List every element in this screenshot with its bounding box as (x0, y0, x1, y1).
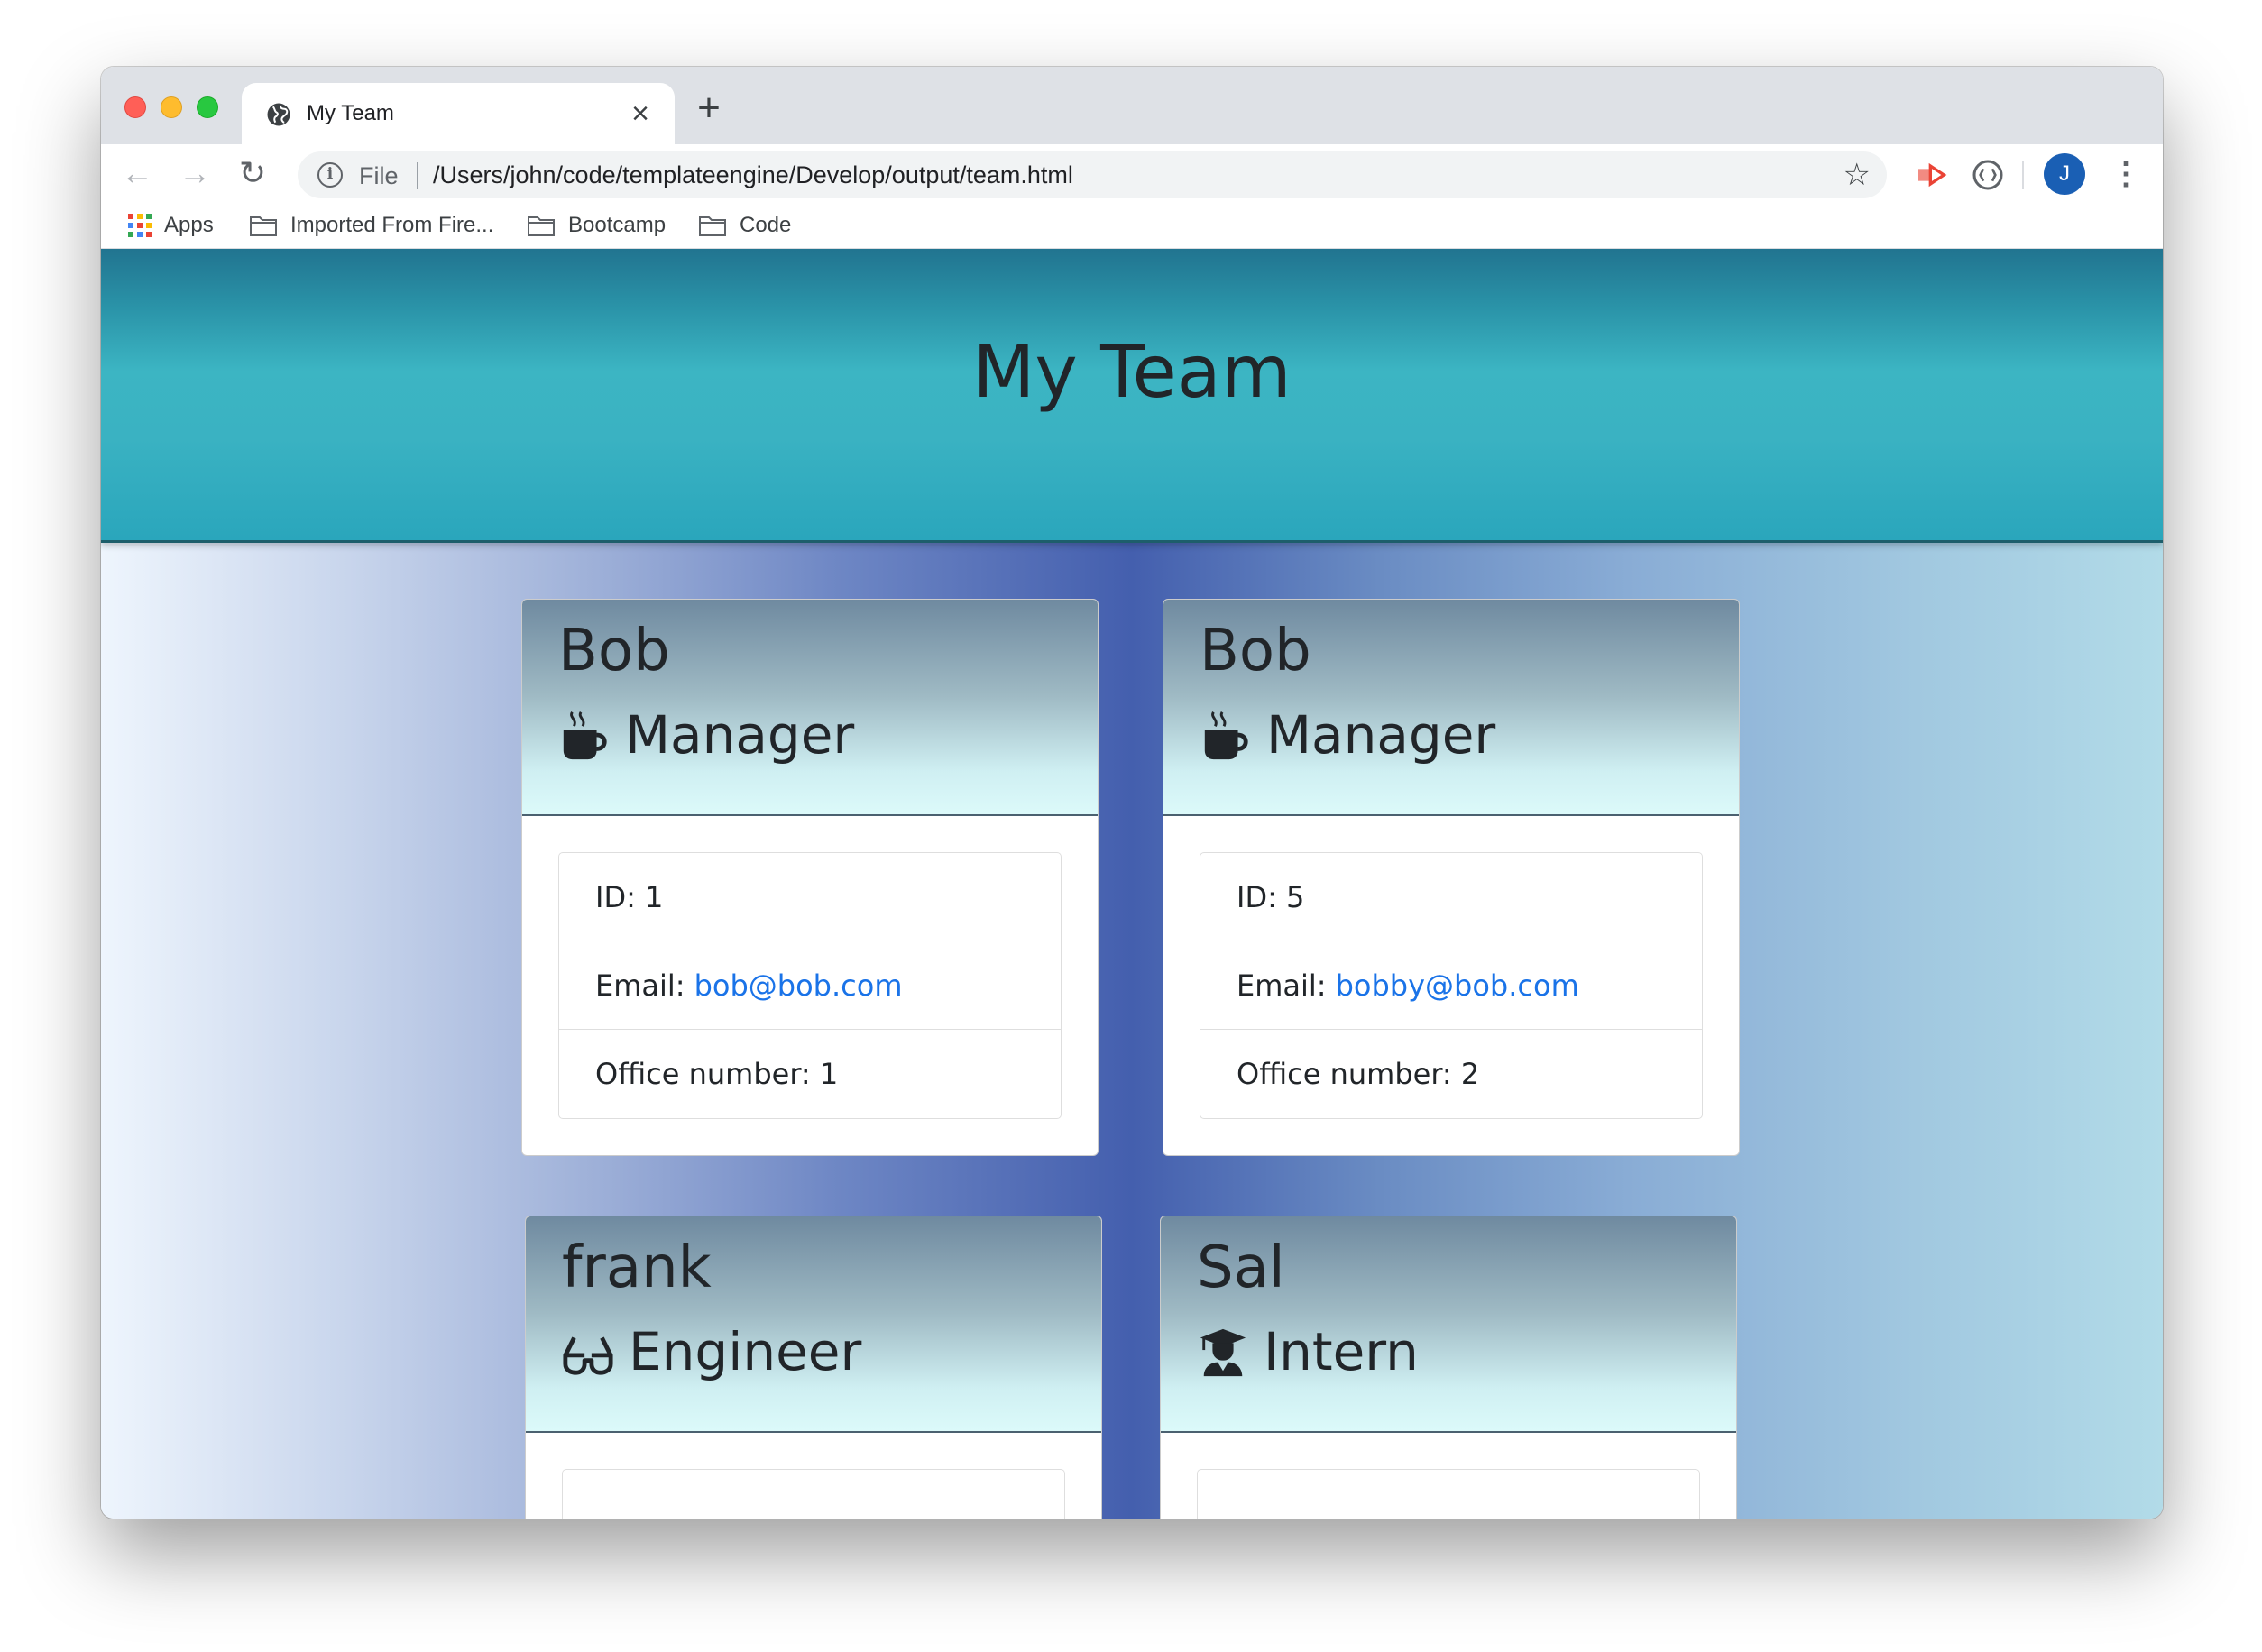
url-separator (417, 162, 418, 189)
extension-arrow-icon[interactable] (1914, 157, 1950, 193)
bookmark-label: Bootcamp (568, 213, 667, 237)
email-link[interactable]: bobby@bob.com (1336, 968, 1579, 1003)
tab-strip: My Team × + (101, 67, 2163, 144)
card-header: Bob Manager (522, 600, 1098, 816)
employee-id: ID: 5 (1200, 853, 1702, 941)
page-title: My Team (972, 330, 1292, 414)
details-list (1197, 1469, 1700, 1519)
card-body (526, 1433, 1101, 1519)
mug-icon (563, 711, 607, 760)
card-header: Bob Manager (1163, 600, 1739, 816)
office-number: Office number: 2 (1237, 1057, 1480, 1091)
toolbar-divider (2022, 161, 2024, 189)
details-list (562, 1469, 1065, 1519)
employee-role: Engineer (562, 1321, 861, 1382)
employee-role: Intern (1197, 1321, 1419, 1382)
employee-id: ID: 1 (559, 853, 1061, 941)
toolbar: ← → ↻ i File /Users/john/code/templateen… (101, 144, 2163, 204)
url-text[interactable]: /Users/john/code/templateengine/Develop/… (433, 161, 1073, 189)
bookmark-label: Apps (164, 213, 214, 237)
email-label: Email: (595, 968, 685, 1003)
employee-name: Sal (1197, 1234, 1285, 1301)
profile-avatar[interactable]: J (2044, 153, 2085, 195)
page-header: My Team (101, 249, 2163, 543)
menu-icon[interactable]: ⋮ (2105, 153, 2147, 195)
folder-icon (528, 216, 555, 236)
graduate-icon (1200, 1328, 1246, 1377)
details-list: ID: 5 Email: bobby@bob.com Office number… (1200, 852, 1703, 1119)
role-label: Intern (1264, 1321, 1419, 1382)
bookmark-apps[interactable]: Apps (128, 213, 214, 238)
folder-icon (250, 216, 277, 236)
bookmark-label: Code (740, 213, 792, 237)
card-header: frank Engineer (526, 1216, 1101, 1433)
extension-circle-icon[interactable] (1970, 157, 2006, 193)
office-number: Office number: 1 (595, 1057, 839, 1091)
employee-card: Sal Intern (1160, 1216, 1737, 1519)
employee-email-row: Email: bob@bob.com (559, 941, 1061, 1030)
employee-role: Manager (558, 704, 854, 766)
folder-icon (699, 216, 726, 236)
address-bar[interactable]: i File /Users/john/code/templateengine/D… (298, 151, 1887, 198)
bookmark-code[interactable]: Code (698, 213, 791, 238)
email-link[interactable]: bob@bob.com (694, 968, 903, 1003)
tab-my-team[interactable]: My Team × (242, 83, 675, 144)
mug-icon (1204, 711, 1248, 760)
bookmark-star-icon[interactable]: ☆ (1844, 157, 1871, 193)
employee-email-row: Email: bobby@bob.com (1200, 941, 1702, 1030)
card-body (1161, 1433, 1736, 1519)
employee-name: frank (562, 1234, 712, 1301)
close-tab-icon[interactable]: × (622, 96, 658, 132)
role-label: Engineer (629, 1321, 862, 1382)
glasses-icon (563, 1336, 613, 1375)
info-icon[interactable]: i (317, 162, 343, 188)
page-content: My Team Bob Manager ID: 1 Email: bob@bob… (101, 249, 2163, 1519)
role-label: Manager (625, 704, 855, 766)
bookmark-imported[interactable]: Imported From Fire... (249, 213, 493, 238)
card-body: ID: 1 Email: bob@bob.com Office number: … (522, 816, 1098, 1155)
employee-role: Manager (1200, 704, 1495, 766)
card-header: Sal Intern (1161, 1216, 1736, 1433)
zoom-window-button[interactable] (197, 96, 218, 118)
tab-title: My Team (307, 101, 394, 125)
close-window-button[interactable] (124, 96, 146, 118)
employee-card: Bob Manager ID: 5 Email: bobby@bob.com O… (1163, 599, 1740, 1156)
employee-card: frank Engineer (525, 1216, 1102, 1519)
minimize-window-button[interactable] (161, 96, 182, 118)
apps-grid-icon (128, 214, 152, 237)
email-label: Email: (1237, 968, 1327, 1003)
bookmarks-bar: Apps Imported From Fire... Bootcamp Code (101, 204, 2163, 249)
details-list: ID: 1 Email: bob@bob.com Office number: … (558, 852, 1062, 1119)
url-scheme: File (359, 162, 399, 189)
back-button[interactable]: ← (115, 151, 159, 195)
bookmark-bootcamp[interactable]: Bootcamp (527, 213, 666, 238)
forward-button[interactable]: → (173, 151, 216, 195)
card-body: ID: 5 Email: bobby@bob.com Office number… (1163, 816, 1739, 1155)
new-tab-button[interactable]: + (689, 88, 729, 128)
employee-name: Bob (1200, 618, 1311, 684)
reload-button[interactable]: ↻ (231, 151, 274, 195)
role-label: Manager (1266, 704, 1496, 766)
browser-window: My Team × + ← → ↻ i File /Users/john/cod… (101, 67, 2163, 1519)
employee-card: Bob Manager ID: 1 Email: bob@bob.com Off… (521, 599, 1099, 1156)
bookmark-label: Imported From Fire... (290, 213, 494, 237)
globe-icon (267, 103, 290, 126)
employee-name: Bob (558, 618, 670, 684)
